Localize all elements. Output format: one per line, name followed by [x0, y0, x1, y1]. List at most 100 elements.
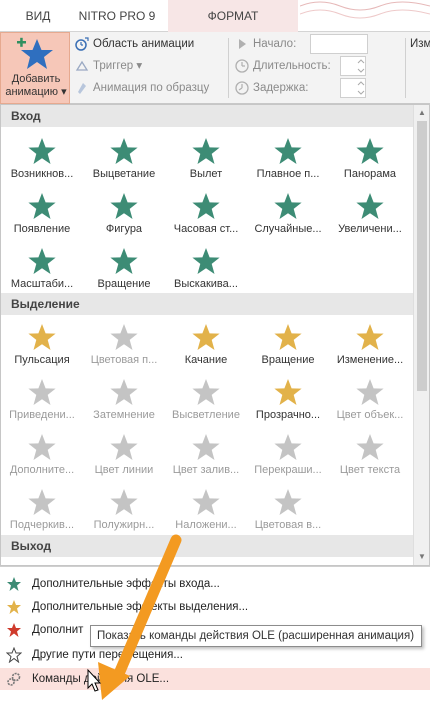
start-row: Начало: [234, 35, 296, 53]
effect-label: Приведени... [9, 409, 75, 421]
star-icon [274, 324, 302, 350]
gold-star-icon [7, 600, 21, 614]
star-icon [28, 324, 56, 350]
star-icon [28, 489, 56, 515]
star-icon [356, 434, 384, 460]
star-icon [28, 434, 56, 460]
duration-spin-icon[interactable] [357, 57, 365, 75]
effect-label: Прозрачно... [255, 409, 321, 421]
delay-spin-icon[interactable] [357, 79, 365, 97]
menu-other-motion-paths[interactable]: Другие пути перемещения... [0, 644, 430, 666]
ribbon-tab-strip: ВИД NITRO PRO 9 ФОРМАТ [0, 0, 430, 32]
entrance-effect-6[interactable]: Фигура [83, 186, 165, 241]
menu-more-emphasis-effects[interactable]: Дополнительные эффекты выделения... [0, 596, 430, 618]
entrance-effect-11[interactable]: Вращение [83, 241, 165, 296]
start-icon [239, 38, 246, 49]
entrance-effect-0[interactable]: Возникнов... [1, 131, 83, 186]
star-icon [110, 489, 138, 515]
red-star-icon [7, 623, 21, 637]
add-animation-button[interactable]: Добавить анимацию ▾ [0, 32, 70, 104]
entrance-effect-1[interactable]: Выцветание [83, 131, 165, 186]
delay-clock-icon [235, 81, 249, 95]
emphasis-effect-11: Цвет линии [83, 427, 165, 482]
trigger-label: Триггер ▾ [93, 60, 143, 72]
scroll-down-arrow-icon[interactable]: ▼ [417, 551, 427, 563]
emphasis-effect-8[interactable]: Прозрачно... [247, 372, 329, 427]
emphasis-effect-0[interactable]: Пульсация [1, 317, 83, 372]
effect-label: Пульсация [14, 354, 70, 366]
ribbon-separator [228, 38, 229, 98]
emphasis-effect-7: Высветление [165, 372, 247, 427]
ribbon-separator-2 [405, 38, 406, 98]
emphasis-effect-2[interactable]: Качание [165, 317, 247, 372]
entrance-effect-5[interactable]: Появление [1, 186, 83, 241]
effect-label: Вращение [261, 354, 315, 366]
add-animation-line2: анимацию ▾ [5, 86, 67, 98]
animation-painter-button[interactable]: Анимация по образцу [74, 79, 209, 97]
star-icon [356, 379, 384, 405]
effect-label: Часовая ст... [173, 223, 239, 235]
effect-label: Фигура [105, 223, 143, 235]
tab-view[interactable]: ВИД [18, 0, 58, 32]
entrance-effect-7[interactable]: Часовая ст... [165, 186, 247, 241]
green-star-icon [7, 577, 21, 591]
effect-label: Появление [13, 223, 71, 235]
effect-label: Подчеркив... [9, 519, 75, 531]
emphasis-effect-1: Цветовая п... [83, 317, 165, 372]
effect-label: Цвет текста [339, 464, 401, 476]
emphasis-effect-9: Цвет объек... [329, 372, 411, 427]
delay-field[interactable] [340, 78, 366, 98]
delay-label: Задержка: [253, 82, 309, 94]
effect-label: Затемнение [93, 409, 155, 421]
duration-label: Длительность: [253, 60, 331, 72]
star-icon [28, 193, 56, 219]
menu-label: Дополнит [32, 624, 84, 636]
scroll-up-arrow-icon[interactable]: ▲ [417, 107, 427, 119]
entrance-effect-12[interactable]: Выскакива... [165, 241, 247, 296]
star-icon [28, 379, 56, 405]
entrance-effect-3[interactable]: Плавное п... [247, 131, 329, 186]
scrollbar-thumb[interactable] [417, 121, 427, 391]
animation-pane-button[interactable]: Область анимации [74, 35, 194, 53]
trigger-icon [75, 60, 89, 71]
tooltip: Показать команды действия OLE (расширенн… [90, 625, 422, 647]
trigger-button[interactable]: Триггер ▾ [74, 57, 142, 75]
emphasis-effect-5: Приведени... [1, 372, 83, 427]
star-icon [192, 489, 220, 515]
star-icon [110, 138, 138, 164]
tab-format[interactable]: ФОРМАТ [168, 0, 298, 32]
menu-more-entrance-effects[interactable]: Дополнительные эффекты входа... [0, 573, 430, 595]
menu-ole-action-verbs[interactable]: Команды действия OLE... [0, 668, 430, 690]
effect-label: Масштаби... [10, 278, 74, 290]
effect-label: Возникнов... [10, 168, 74, 180]
emphasis-effect-16: Полужирн... [83, 482, 165, 537]
gallery-scrollbar[interactable]: ▲ ▼ [413, 105, 429, 565]
entrance-effect-9[interactable]: Увеличени... [329, 186, 411, 241]
effect-label: Качание [184, 354, 228, 366]
section-entrance: Вход [1, 105, 413, 127]
emphasis-effect-3[interactable]: Вращение [247, 317, 329, 372]
effect-label: Наложени... [175, 519, 237, 531]
star-icon [274, 434, 302, 460]
reorder-label: Изм [410, 38, 430, 50]
star-icon [274, 379, 302, 405]
tab-nitro-pro[interactable]: NITRO PRO 9 [72, 0, 162, 32]
effect-label: Перекраши... [254, 464, 322, 476]
entrance-effect-4[interactable]: Панорама [329, 131, 411, 186]
entrance-effect-10[interactable]: Масштаби... [1, 241, 83, 296]
emphasis-effect-10: Дополните... [1, 427, 83, 482]
star-icon [192, 248, 220, 274]
effect-label: Изменение... [336, 354, 404, 366]
menu-label: Команды действия OLE... [32, 673, 170, 685]
star-icon [110, 379, 138, 405]
effect-label: Плавное п... [256, 168, 320, 180]
start-select[interactable] [310, 34, 368, 54]
entrance-effect-8[interactable]: Случайные... [247, 186, 329, 241]
duration-field[interactable] [340, 56, 366, 76]
emphasis-effect-4[interactable]: Изменение... [329, 317, 411, 372]
add-animation-star-icon [17, 37, 53, 69]
star-icon [28, 248, 56, 274]
star-icon [274, 193, 302, 219]
entrance-effect-2[interactable]: Вылет [165, 131, 247, 186]
section-exit: Выход [1, 535, 413, 557]
